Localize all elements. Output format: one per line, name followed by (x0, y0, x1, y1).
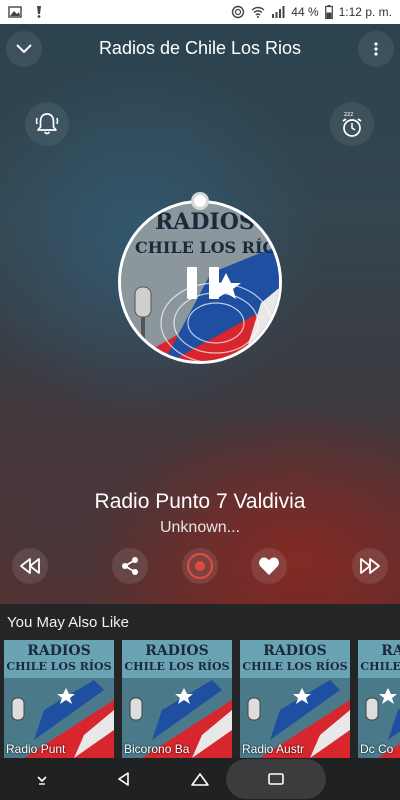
forward-button[interactable] (352, 548, 388, 584)
station-thumbnail: RADIOS CHILE LOS RÍOS (122, 640, 232, 758)
status-time: 1:12 p. m. (338, 5, 392, 19)
artwork-player: RADIOS CHILE LOS RÍOS (118, 192, 282, 364)
home-button[interactable] (170, 758, 230, 800)
sleep-timer-button[interactable]: zzz (330, 102, 374, 146)
list-item-label: Radio Punt (6, 742, 66, 756)
pause-icon (187, 267, 197, 299)
track-info: Unknown... (159, 519, 241, 536)
system-navigation-bar (0, 758, 400, 800)
sleep-timer-icon: zzz (342, 111, 362, 137)
station-thumbnail: RADIOS CHILE LOS RÍOS (358, 640, 400, 758)
artwork-title-line1: RADIOS (155, 209, 255, 235)
svg-text:zzz: zzz (344, 111, 353, 118)
recent-apps-icon (268, 773, 284, 785)
station-thumbnail: RADIOS CHILE LOS RÍOS (4, 640, 114, 758)
rewind-icon (20, 558, 40, 574)
signal-icon (272, 6, 285, 18)
share-icon (122, 557, 138, 575)
svg-text:CHILE LOS RÍOS: CHILE LOS RÍOS (6, 659, 111, 673)
chevron-down-icon (37, 776, 47, 785)
page-title: Radios de Chile Los Rios (98, 38, 302, 58)
list-item[interactable]: RADIOS CHILE LOS RÍOS Radio Austr (240, 640, 350, 758)
list-item[interactable]: RADIOS CHILE LOS RÍOS Bicorono Ba (122, 640, 232, 758)
svg-text:CHILE LOS RÍOS: CHILE LOS RÍOS (124, 659, 229, 673)
svg-text:CHILE LOS RÍOS: CHILE LOS RÍOS (360, 659, 400, 673)
svg-text:RADIOS: RADIOS (263, 643, 327, 659)
progress-knob[interactable] (191, 192, 209, 210)
svg-text:CHILE LOS RÍOS: CHILE LOS RÍOS (242, 659, 347, 673)
list-item[interactable]: RADIOS CHILE LOS RÍOS Radio Punt (4, 640, 114, 758)
station-thumbnail: RADIOS CHILE LOS RÍOS (240, 640, 350, 758)
recent-apps-button[interactable] (226, 759, 326, 799)
battery-icon (324, 5, 333, 19)
gallery-notification-icon (8, 6, 22, 18)
svg-text:RADIOS: RADIOS (145, 643, 209, 659)
notification-alert-icon (37, 6, 41, 18)
svg-text:RADIOS: RADIOS (27, 643, 91, 659)
recommendations-section: You May Also Like RADIOS CHILE LOS RÍOS … (0, 604, 400, 758)
home-icon (191, 773, 209, 786)
station-name: Radio Punto 7 Valdivia (94, 490, 306, 513)
data-saver-icon (232, 5, 245, 19)
chevron-down-icon (16, 44, 32, 54)
wifi-icon (251, 6, 265, 18)
recommendations-list: RADIOS CHILE LOS RÍOS Radio Punt RADIOS … (4, 640, 400, 758)
record-icon (186, 552, 214, 580)
top-app-bar: Radios de Chile Los Rios (0, 24, 400, 76)
alarm-button[interactable] (25, 102, 69, 146)
rewind-button[interactable] (12, 548, 48, 584)
pause-button[interactable] (187, 267, 219, 303)
collapse-button[interactable] (6, 31, 42, 67)
battery-percent: 44 % (291, 5, 319, 19)
station-artwork: RADIOS CHILE LOS RÍOS (118, 200, 282, 364)
fast-forward-icon (360, 558, 380, 574)
more-options-button[interactable] (358, 31, 394, 67)
back-triangle-icon (118, 772, 129, 786)
list-item-label: Dc Co (360, 742, 394, 756)
svg-text:RADIOS: RADIOS (381, 643, 400, 659)
share-button[interactable] (112, 548, 148, 584)
favorite-button[interactable] (251, 548, 287, 584)
back-button[interactable] (94, 758, 154, 800)
artwork-title-line2: CHILE LOS RÍOS (135, 237, 282, 257)
heart-icon (259, 557, 279, 575)
section-title: You May Also Like (7, 614, 130, 631)
list-item-label: Bicorono Ba (124, 742, 190, 756)
alarm-bell-icon (35, 113, 59, 135)
list-item-label: Radio Austr (242, 742, 305, 756)
record-button[interactable] (182, 548, 218, 584)
hide-nav-button[interactable] (12, 758, 72, 800)
list-item[interactable]: RADIOS CHILE LOS RÍOS Dc Co (358, 640, 400, 758)
status-bar: 44 % 1:12 p. m. (0, 0, 400, 24)
more-vert-icon (374, 42, 378, 56)
